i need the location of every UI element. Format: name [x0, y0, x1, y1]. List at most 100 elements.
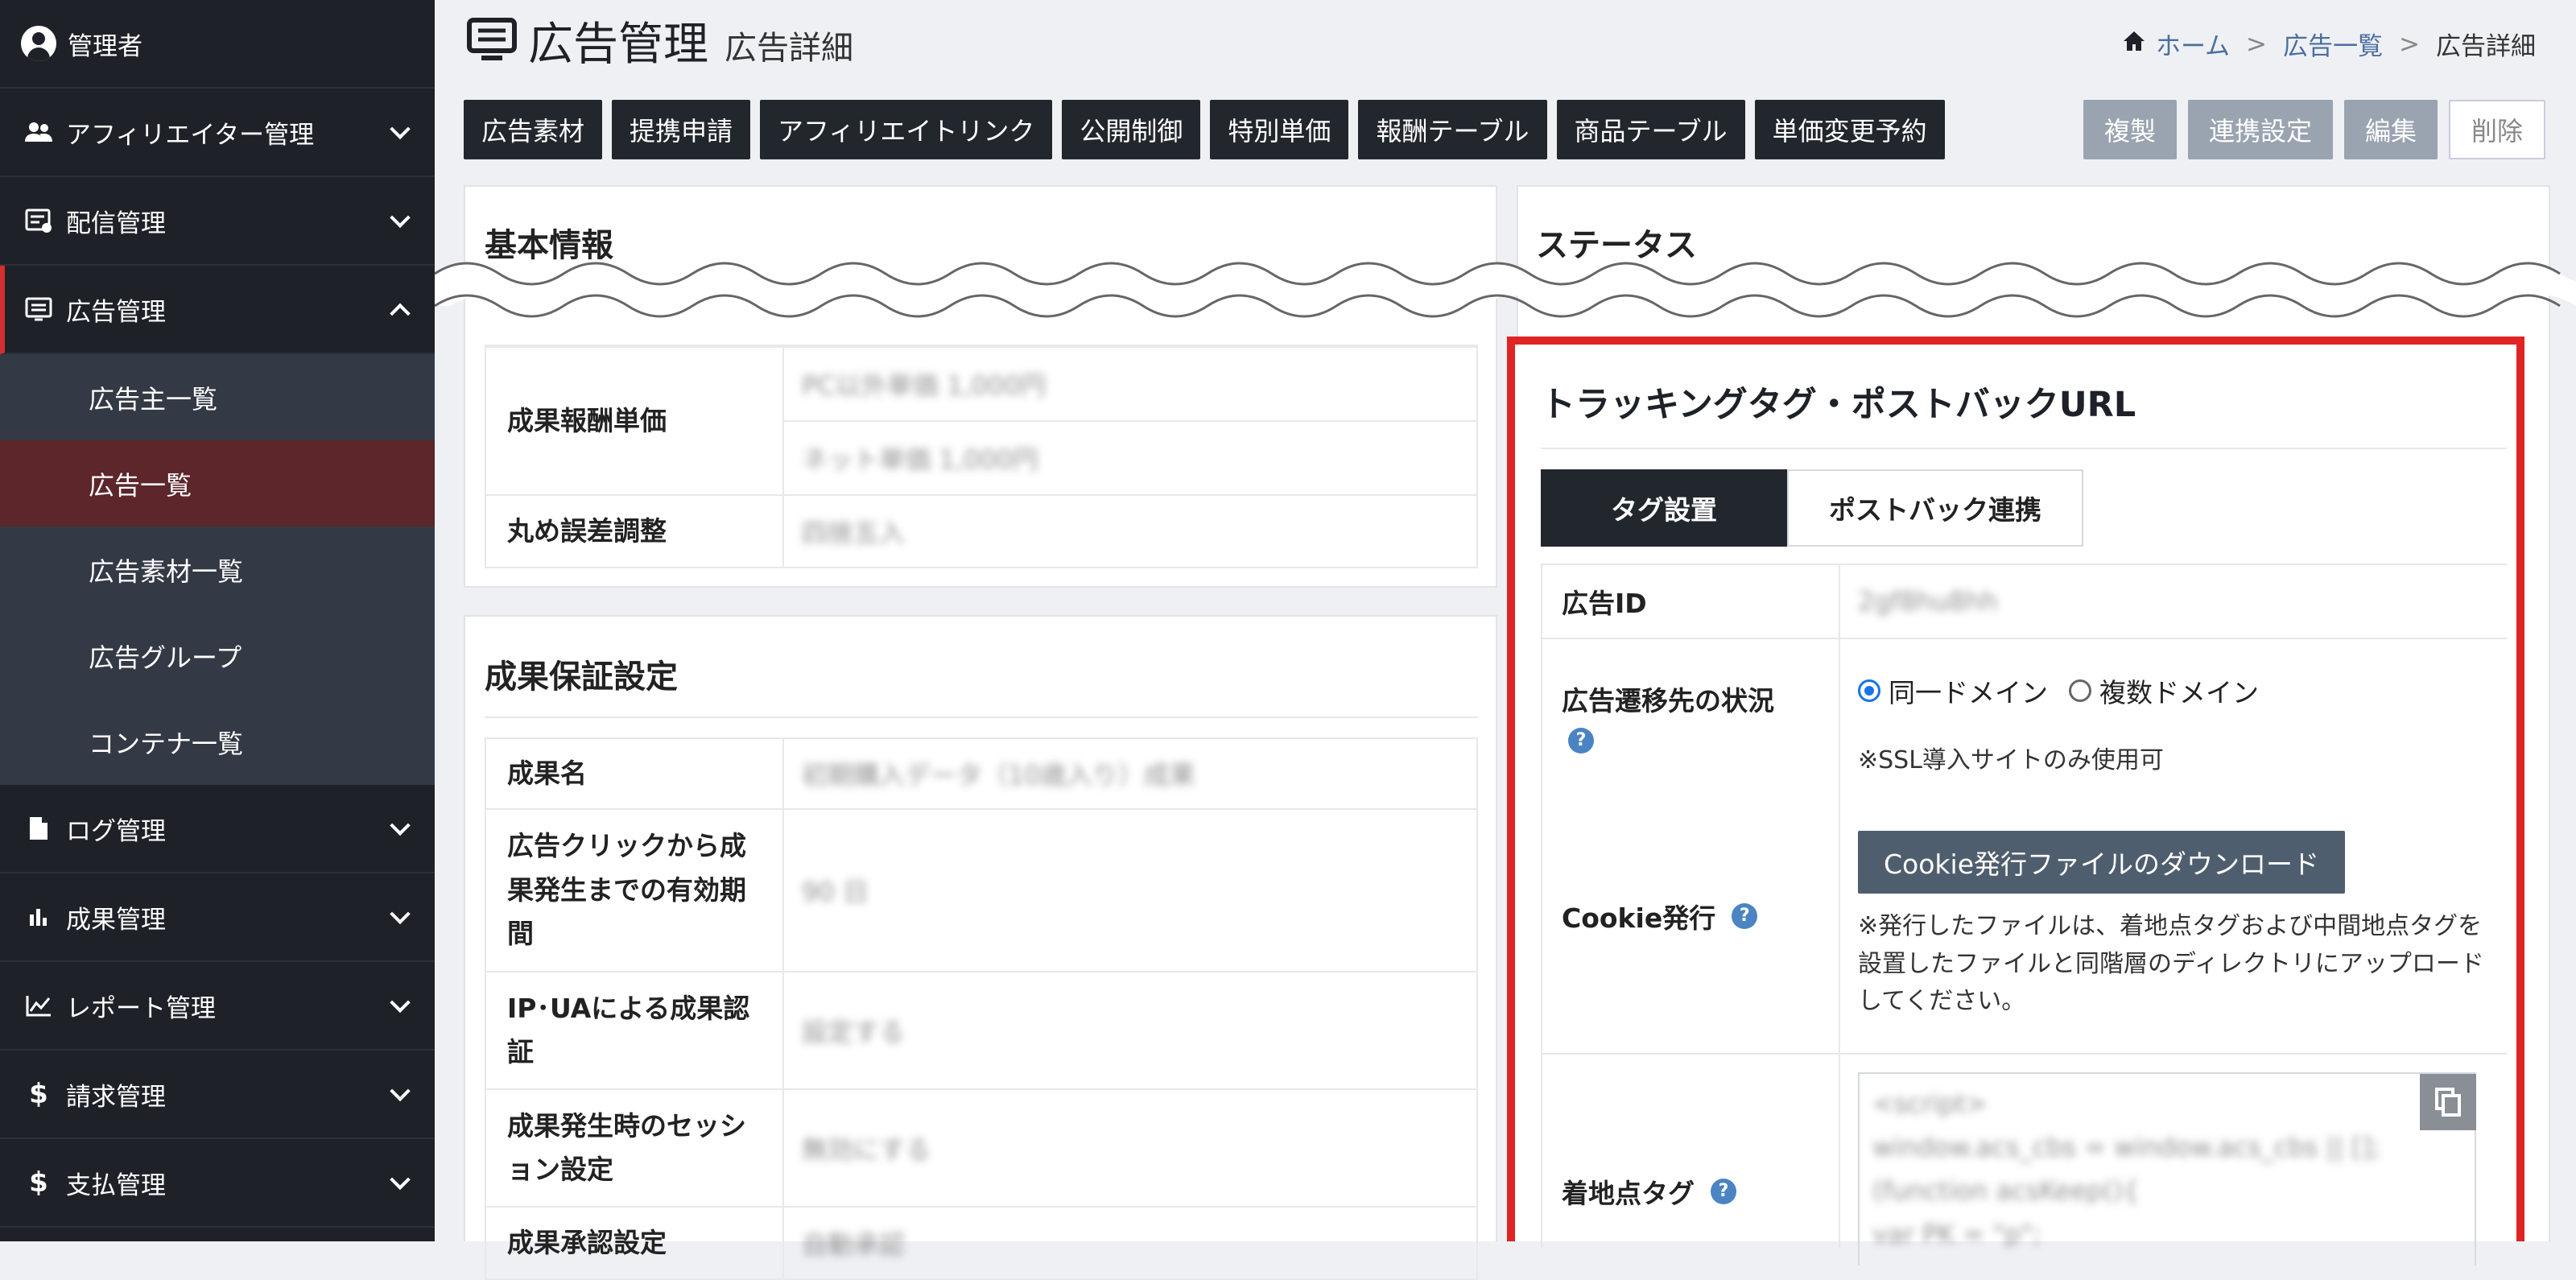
rounding-label: 丸め誤差調整: [486, 496, 784, 567]
chevron-up-icon: [390, 303, 411, 324]
tab-special-price[interactable]: 特別単価: [1210, 100, 1349, 159]
tracking-tabs: タグ設置 ポストバック連携: [1541, 469, 2083, 547]
tab-postback[interactable]: ポストバック連携: [1787, 469, 2083, 547]
radio-multi-domain[interactable]: [2069, 679, 2091, 702]
reward-label: 成果報酬単価: [486, 348, 784, 494]
table-row: 広告クリックから成果発生までの有効期間 90 日: [485, 810, 1478, 972]
help-icon[interactable]: ?: [1732, 903, 1758, 929]
chevron-down-icon: [390, 903, 411, 925]
session-setting-label: 成果発生時のセッション設定: [486, 1090, 784, 1206]
tab-product-table[interactable]: 商品テーブル: [1556, 100, 1745, 159]
sidebar-item-label: レポート管理: [66, 993, 216, 1023]
cookie-download-button[interactable]: Cookie発行ファイルのダウンロード: [1858, 831, 2346, 894]
breadcrumb-ad-list-link[interactable]: 広告一覧: [2283, 26, 2383, 62]
sidebar-subitem-ad-groups[interactable]: 広告グループ: [0, 613, 435, 699]
landing-tag-value-cell: <script> window.acs_cbs = window.acs_cbs…: [1840, 1055, 2507, 1266]
tab-reward-table[interactable]: 報酬テーブル: [1358, 100, 1547, 159]
user-avatar-icon: [21, 26, 56, 61]
user-name: 管理者: [68, 31, 142, 61]
valid-period-value: 90 日: [802, 877, 869, 907]
user-menu[interactable]: 管理者: [0, 0, 435, 89]
action-buttons: 複製 連携設定 編集 削除: [2072, 100, 2545, 159]
sidebar-item-affiliate[interactable]: アフィリエイター管理: [0, 89, 435, 177]
sidebar-subitem-ad-materials[interactable]: 広告素材一覧: [0, 526, 435, 613]
destination-label: 広告遷移先の状況: [1562, 685, 1774, 716]
code-line: (function acsKeep(){: [1872, 1175, 2140, 1206]
breadcrumb: ホーム > 広告一覧 > 広告詳細: [2122, 26, 2536, 62]
dollar-icon: $: [29, 1078, 48, 1110]
chevron-down-icon: [390, 815, 411, 836]
sidebar-item-label: 配信管理: [66, 209, 166, 238]
ad-detail-tabs: 広告素材 提携申請 アフィリエイトリンク 公開制御 特別単価 報酬テーブル 商品…: [464, 100, 1955, 159]
rounding-value: 四捨五入: [802, 518, 906, 548]
valid-period-label: 広告クリックから成果発生までの有効期間: [486, 810, 784, 971]
breadcrumb-current: 広告詳細: [2436, 32, 2536, 61]
delete-button[interactable]: 削除: [2448, 100, 2545, 159]
sidebar-subitem-containers[interactable]: コンテナ一覧: [0, 699, 435, 785]
tab-tag-setup[interactable]: タグ設置: [1541, 469, 1787, 547]
code-line: window.acs_cbs = window.acs_cbs || [];: [1872, 1132, 2380, 1162]
breadcrumb-separator: >: [2246, 29, 2268, 59]
ip-ua-auth-value: 設定する: [802, 1017, 906, 1047]
delivery-icon: [23, 207, 55, 234]
table-row: IP･UAによる成果認証 設定する: [485, 972, 1478, 1090]
radio-same-domain[interactable]: [1858, 679, 1880, 702]
help-icon[interactable]: ?: [1711, 1179, 1736, 1204]
session-setting-value: 無効にする: [802, 1134, 931, 1165]
sidebar-item-logs[interactable]: ログ管理: [0, 785, 435, 873]
landing-tag-code[interactable]: <script> window.acs_cbs = window.acs_cbs…: [1858, 1072, 2476, 1266]
sidebar-item-label: ログ管理: [66, 816, 166, 846]
table-row: 丸め誤差調整 四捨五入: [485, 496, 1478, 568]
tracking-tag-panel: トラッキングタグ・ポストバックURL タグ設置 ポストバック連携 広告ID 2g…: [1507, 337, 2524, 1266]
guarantee-table: 成果名 初期購入データ（10歳入り）成果 広告クリックから成果発生までの有効期間…: [485, 737, 1478, 1280]
tab-ad-materials[interactable]: 広告素材: [464, 100, 603, 159]
table-row: 広告遷移先の状況 ? Cookie発行 ? 同一ドメイン 複数ドメイン ※SSL…: [1541, 639, 2507, 1055]
users-icon: [23, 118, 55, 146]
sidebar-item-billing[interactable]: $ 請求管理: [0, 1051, 435, 1139]
ad-id-value: 2gf8hu8hh: [1858, 586, 1998, 617]
integration-settings-button[interactable]: 連携設定: [2187, 100, 2333, 159]
sidebar-item-reports[interactable]: レポート管理: [0, 962, 435, 1051]
sidebar-item-ads[interactable]: 広告管理: [0, 266, 435, 354]
duplicate-button[interactable]: 複製: [2083, 100, 2177, 159]
basic-info-table: 成果報酬単価 PC以外単価 1,000円 ネット単価 1,000円 丸め誤差調整…: [485, 345, 1478, 568]
copy-icon[interactable]: [2420, 1074, 2476, 1130]
chevron-down-icon: [390, 207, 411, 229]
home-icon: [2122, 30, 2146, 59]
landing-tag-label-cell: 着地点タグ ?: [1542, 1055, 1840, 1248]
sidebar: 管理者 アフィリエイター管理 配信管理 広告管理 広告主一覧 広告一覧 広告素材…: [0, 0, 435, 1241]
dollar-icon: $: [29, 1166, 48, 1199]
sidebar-item-label: 支払管理: [66, 1171, 166, 1200]
guarantee-title: 成果保証設定: [485, 659, 678, 696]
sidebar-item-results[interactable]: 成果管理: [0, 873, 435, 962]
ip-ua-auth-label: IP･UAによる成果認証: [486, 972, 784, 1088]
reward-value: ネット単価 1,000円: [802, 444, 1038, 475]
approval-setting-label: 成果承認設定: [486, 1208, 784, 1278]
help-icon[interactable]: ?: [1568, 728, 1594, 754]
page-title: 広告管理: [528, 19, 708, 71]
page-subtitle: 広告詳細: [724, 29, 853, 67]
chevron-down-icon: [390, 1169, 411, 1191]
sidebar-subitem-advertisers[interactable]: 広告主一覧: [0, 354, 435, 440]
tab-publish-control[interactable]: 公開制御: [1062, 100, 1201, 159]
table-row: 成果名 初期購入データ（10歳入り）成果: [485, 739, 1478, 810]
sidebar-item-label: 請求管理: [66, 1082, 166, 1112]
tab-partnership-requests[interactable]: 提携申請: [612, 100, 751, 159]
sidebar-item-label: アフィリエイター管理: [66, 120, 315, 150]
code-line: var PK = "p";: [1872, 1219, 2041, 1249]
destination-cookie-label-cell: 広告遷移先の状況 ? Cookie発行 ?: [1542, 639, 1840, 1053]
table-row: 着地点タグ ? <script> window.acs_cbs = window…: [1541, 1055, 2507, 1266]
breadcrumb-separator: >: [2399, 29, 2420, 59]
table-row: 広告ID 2gf8hu8hh: [1541, 565, 2507, 639]
sidebar-item-payments[interactable]: $ 支払管理: [0, 1139, 435, 1228]
reward-value: PC以外単価 1,000円: [802, 370, 1046, 401]
sidebar-subitem-ad-list[interactable]: 広告一覧: [0, 440, 435, 526]
sidebar-item-delivery[interactable]: 配信管理: [0, 177, 435, 266]
tracking-table: 広告ID 2gf8hu8hh 広告遷移先の状況 ? Cookie発行 ? 同一ド…: [1541, 564, 2507, 1266]
edit-button[interactable]: 編集: [2343, 100, 2438, 159]
chevron-down-icon: [390, 118, 411, 140]
breadcrumb-home-link[interactable]: ホーム: [2156, 26, 2230, 62]
tab-price-change-schedule[interactable]: 単価変更予約: [1754, 100, 1945, 159]
sidebar-item-label: 成果管理: [66, 905, 166, 935]
tab-affiliate-link[interactable]: アフィリエイトリンク: [760, 100, 1053, 159]
